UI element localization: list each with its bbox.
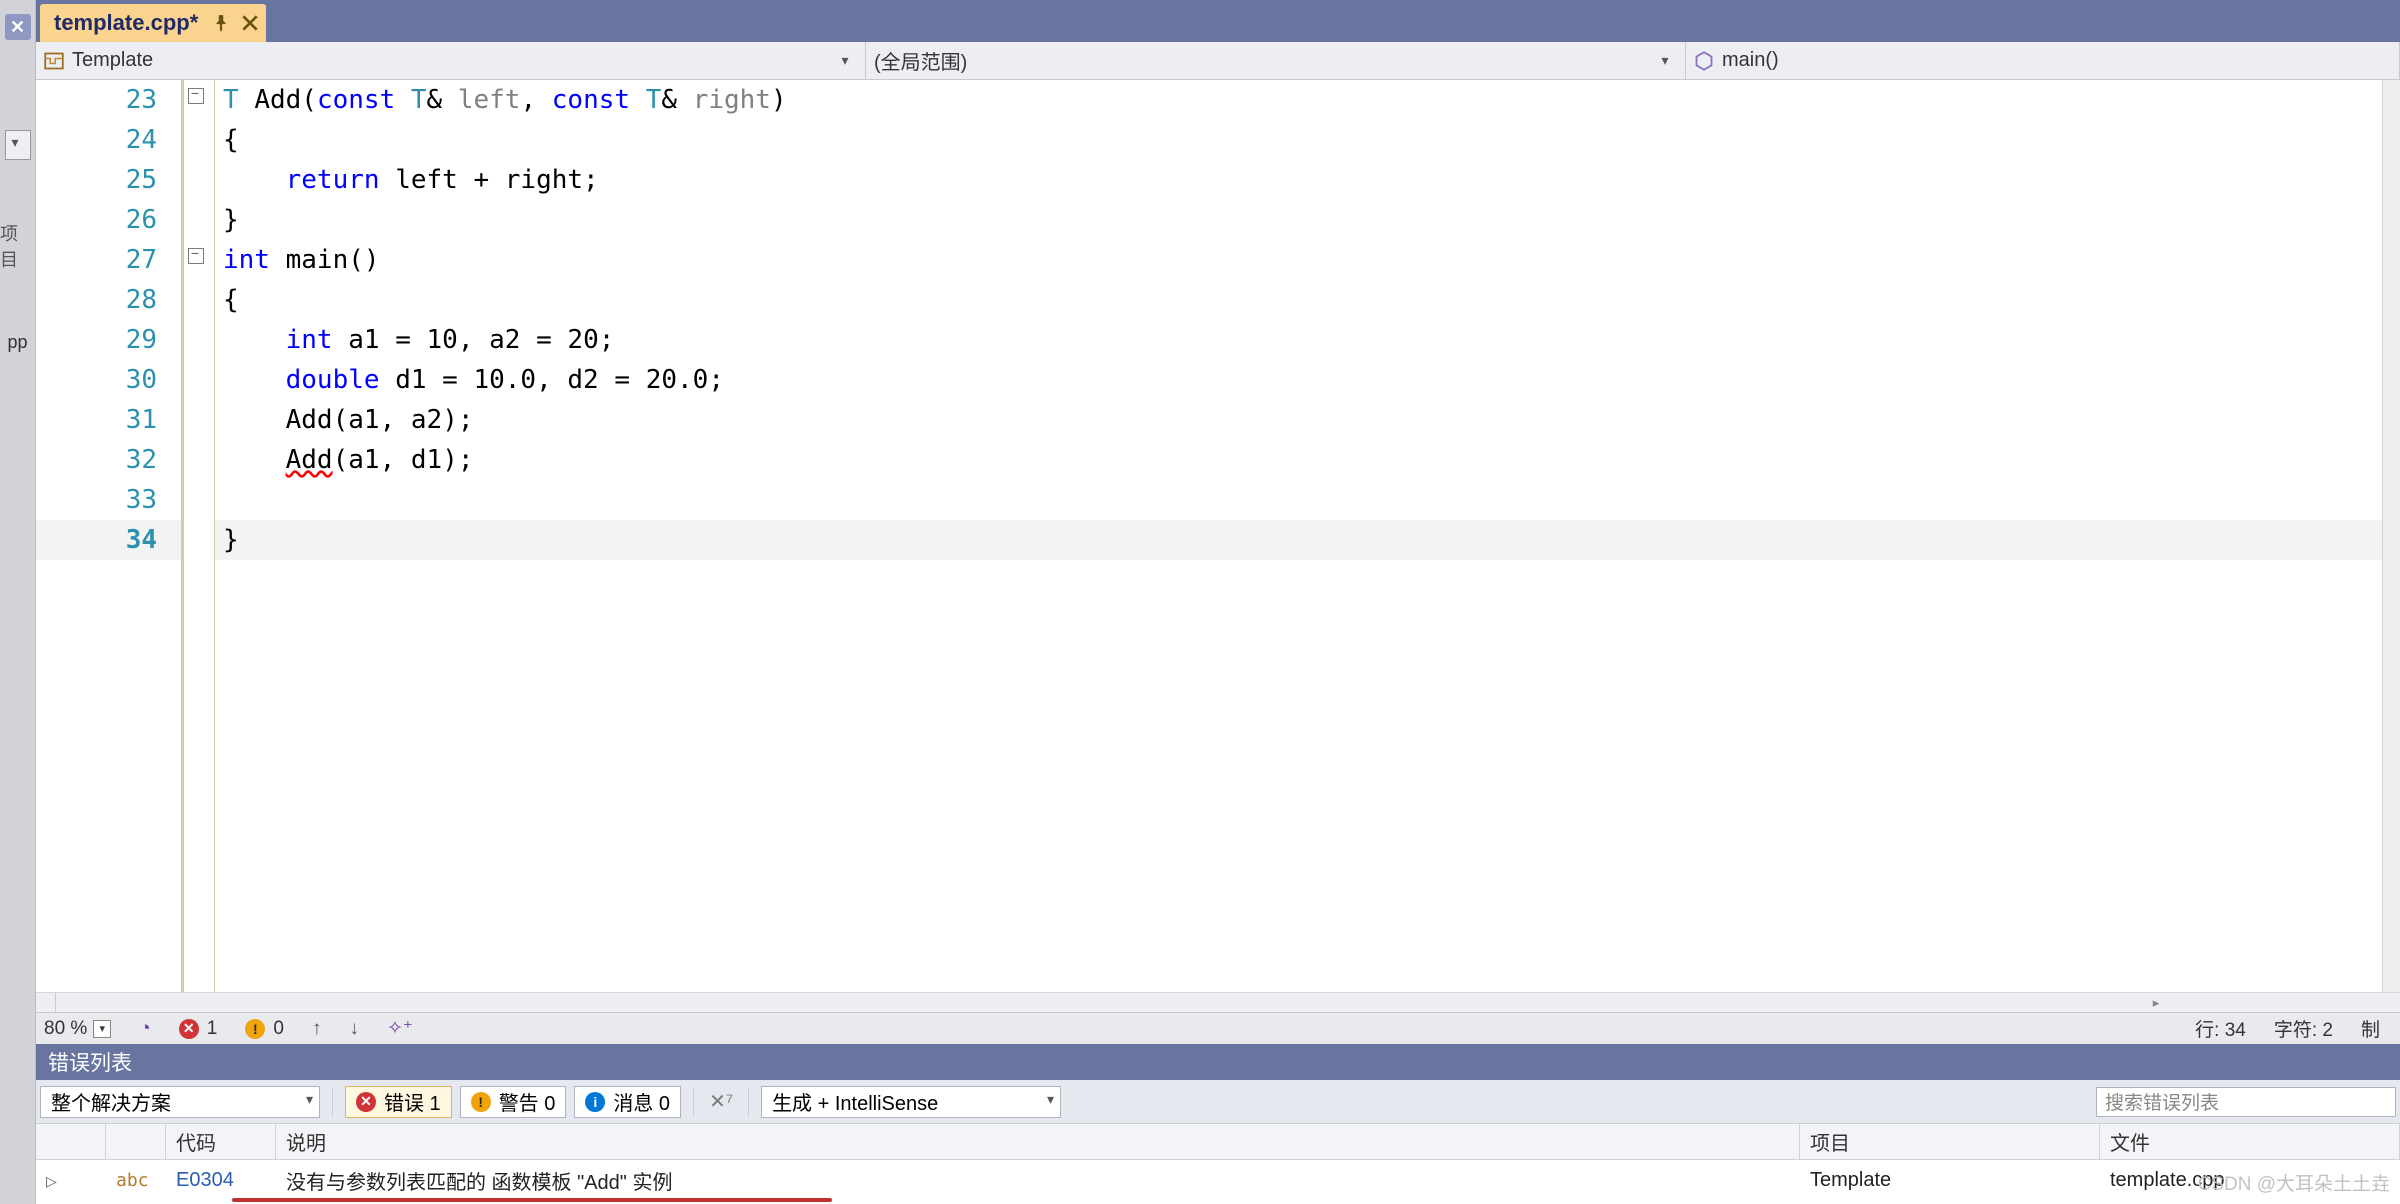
col-proj[interactable]: 项目 (1800, 1124, 2100, 1159)
error-table: 代码 说明 项目 文件 ▷ abc E0304 没有与参数列表匹配的 函数模板 … (36, 1124, 2400, 1204)
quick-fix-icon[interactable]: ✧⁺ (387, 1017, 413, 1040)
scope-function-label: main() (1722, 49, 1779, 72)
zoom-value: 80 % (44, 1018, 87, 1040)
nav-down-icon[interactable]: ↓ (349, 1018, 359, 1040)
nav-up-icon[interactable]: ↑ (312, 1018, 322, 1040)
dropdown-stub[interactable] (5, 130, 31, 160)
chevron-down-icon: ▾ (833, 52, 857, 69)
clear-filter-icon[interactable]: ✕⁷ (706, 1087, 736, 1117)
error-project: Template (1800, 1169, 2100, 1192)
col-desc[interactable]: 说明 (276, 1124, 1800, 1159)
filter-errors[interactable]: ✕ 错误 1 (345, 1086, 452, 1118)
status-tail: 制 (2361, 1015, 2380, 1042)
panel-toolbar: 整个解决方案 ✕ 错误 1 ! 警告 0 i 消息 0 ✕⁷ 生成 + Inte… (36, 1080, 2400, 1124)
zoom-control[interactable]: 80 % ▾ (44, 1018, 111, 1040)
scope-function[interactable]: main() (1686, 42, 2400, 79)
chevron-down-icon: ▾ (93, 1020, 111, 1038)
editor-status-bar: 80 % ▾ ◔ ✕ 1 ! 0 ↑ ↓ ✧⁺ 行: 34 字符: 2 制 (36, 1012, 2400, 1044)
left-rail: ✕ 项目 pp (0, 0, 36, 1204)
tab-active[interactable]: template.cpp* (40, 4, 266, 42)
table-row[interactable]: ▷ abc E0304 没有与参数列表匹配的 函数模板 "Add" 实例 Tem… (36, 1160, 2400, 1200)
abc-icon: abc (116, 1170, 149, 1191)
scope-namespace-label: (全局范围) (874, 46, 967, 75)
panel-title: 错误列表 (36, 1044, 2400, 1080)
error-icon: ✕ (356, 1092, 376, 1112)
main-area: template.cpp* Template ▾ (全局范围) ▾ (36, 0, 2400, 1204)
separator (748, 1088, 749, 1116)
health-icon[interactable]: ◔ (139, 1018, 150, 1040)
warning-icon: ! (471, 1092, 491, 1112)
line-gutter: 232425262728293031323334 (36, 80, 181, 992)
warning-icon: ! (245, 1019, 265, 1039)
warning-count[interactable]: ! 0 (245, 1018, 284, 1040)
scope-namespace[interactable]: (全局范围) ▾ (866, 42, 1686, 79)
info-icon: i (585, 1092, 605, 1112)
caret-col: 字符: 2 (2274, 1015, 2333, 1042)
tab-title: template.cpp* (54, 10, 198, 36)
scope-project-label: Template (72, 49, 153, 72)
filter-warnings[interactable]: ! 警告 0 (460, 1086, 567, 1118)
fold-toggle[interactable] (188, 88, 204, 104)
pin-icon[interactable] (212, 14, 230, 32)
horizontal-scrollbar[interactable]: ▸ (36, 992, 2400, 1012)
code-editor[interactable]: 232425262728293031323334 T Add(const T& … (36, 80, 2400, 992)
watermark: CSDN @大耳朵土土垚 (2198, 1169, 2390, 1196)
close-icon[interactable]: ✕ (5, 14, 31, 40)
method-icon (1694, 51, 1714, 71)
table-header: 代码 说明 项目 文件 (36, 1124, 2400, 1160)
filter-messages[interactable]: i 消息 0 (574, 1086, 681, 1118)
fold-toggle[interactable] (188, 248, 204, 264)
code-body[interactable]: T Add(const T& left, const T& right){ re… (215, 80, 2382, 992)
fold-margin (181, 80, 215, 992)
tab-strip: template.cpp* (36, 0, 2400, 42)
error-count[interactable]: ✕ 1 (179, 1018, 218, 1040)
chevron-down-icon: ▾ (1653, 52, 1677, 69)
separator (332, 1088, 333, 1116)
scope-project[interactable]: Template ▾ (36, 42, 866, 79)
expand-icon[interactable]: ▷ (46, 1173, 57, 1189)
rail-label-projects: 项目 (0, 220, 35, 272)
search-input[interactable]: 搜索错误列表 (2096, 1087, 2396, 1117)
source-select[interactable]: 生成 + IntelliSense (761, 1086, 1061, 1118)
close-tab-icon[interactable] (242, 15, 258, 31)
col-file[interactable]: 文件 (2100, 1124, 2400, 1159)
scope-select[interactable]: 整个解决方案 (40, 1086, 320, 1118)
project-icon (44, 51, 64, 71)
annotation-underline (232, 1198, 2400, 1204)
caret-line: 行: 34 (2195, 1015, 2246, 1042)
rail-label-pp: pp (7, 332, 27, 353)
scope-bar: Template ▾ (全局范围) ▾ main() (36, 42, 2400, 80)
error-code: E0304 (166, 1169, 276, 1192)
separator (693, 1088, 694, 1116)
col-code[interactable]: 代码 (166, 1124, 276, 1159)
error-icon: ✕ (179, 1019, 199, 1039)
vertical-scrollbar[interactable] (2382, 80, 2400, 992)
error-desc: 没有与参数列表匹配的 函数模板 "Add" 实例 (276, 1166, 1800, 1195)
